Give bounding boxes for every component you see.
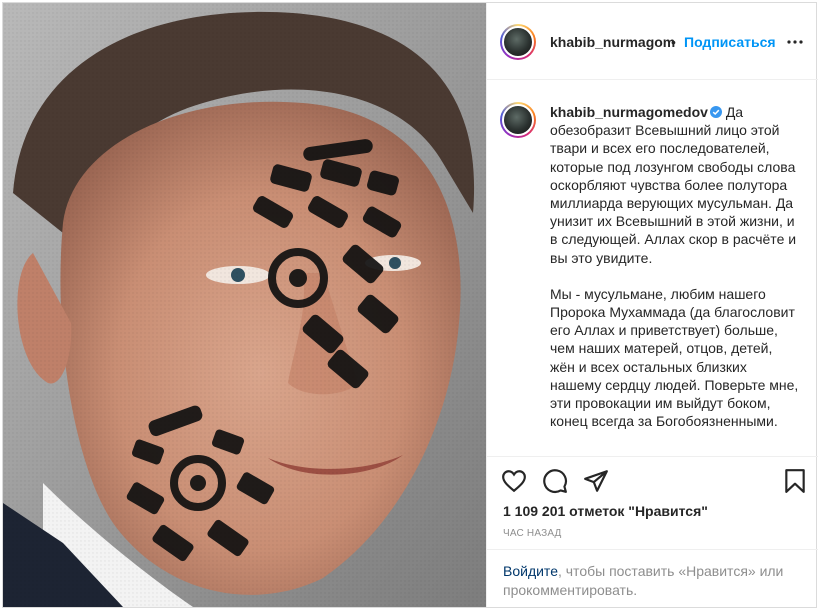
author-username-link[interactable]: khabib_nurmagom [550, 34, 675, 50]
post-header: khabib_nurmagom • Подписаться [487, 3, 818, 80]
caption-text: khabib_nurmagomedov Да обезобразит Всевы… [550, 103, 800, 430]
login-link[interactable]: Войдите [503, 563, 558, 579]
login-prompt: Войдите, чтобы поставить «Нравится» или … [503, 562, 803, 600]
post-timestamp[interactable]: ЧАС НАЗАД [503, 528, 562, 539]
caption-username-link[interactable]: khabib_nurmagomedov [550, 104, 708, 120]
photo-illustration [3, 3, 486, 607]
caption-paragraph-1: Да обезобразит Всевышний лицо этой твари… [550, 104, 797, 266]
post-photo[interactable] [3, 3, 486, 607]
more-options-icon[interactable] [787, 37, 803, 47]
follow-button[interactable]: Подписаться [684, 34, 776, 50]
separator-dot: • [671, 34, 676, 50]
post-side-panel: khabib_nurmagom • Подписаться khabib_nur… [486, 3, 818, 607]
verified-badge-icon [709, 106, 722, 118]
comment-icon[interactable] [542, 468, 568, 494]
login-to-comment: Войдите, чтобы поставить «Нравится» или … [487, 549, 818, 607]
heart-icon[interactable] [501, 468, 527, 494]
avatar[interactable] [500, 24, 536, 60]
avatar[interactable] [500, 102, 536, 138]
share-icon[interactable] [583, 468, 609, 494]
caption-paragraph-2: Мы - мусульмане, любим нашего Пророка Му… [550, 285, 799, 430]
bookmark-icon[interactable] [782, 468, 808, 494]
post-window: khabib_nurmagom • Подписаться khabib_nur… [2, 2, 818, 608]
caption-section: khabib_nurmagomedov Да обезобразит Всевы… [487, 81, 818, 457]
likes-count[interactable]: 1 109 201 отметок "Нравится" [503, 503, 708, 519]
action-bar [487, 458, 818, 502]
